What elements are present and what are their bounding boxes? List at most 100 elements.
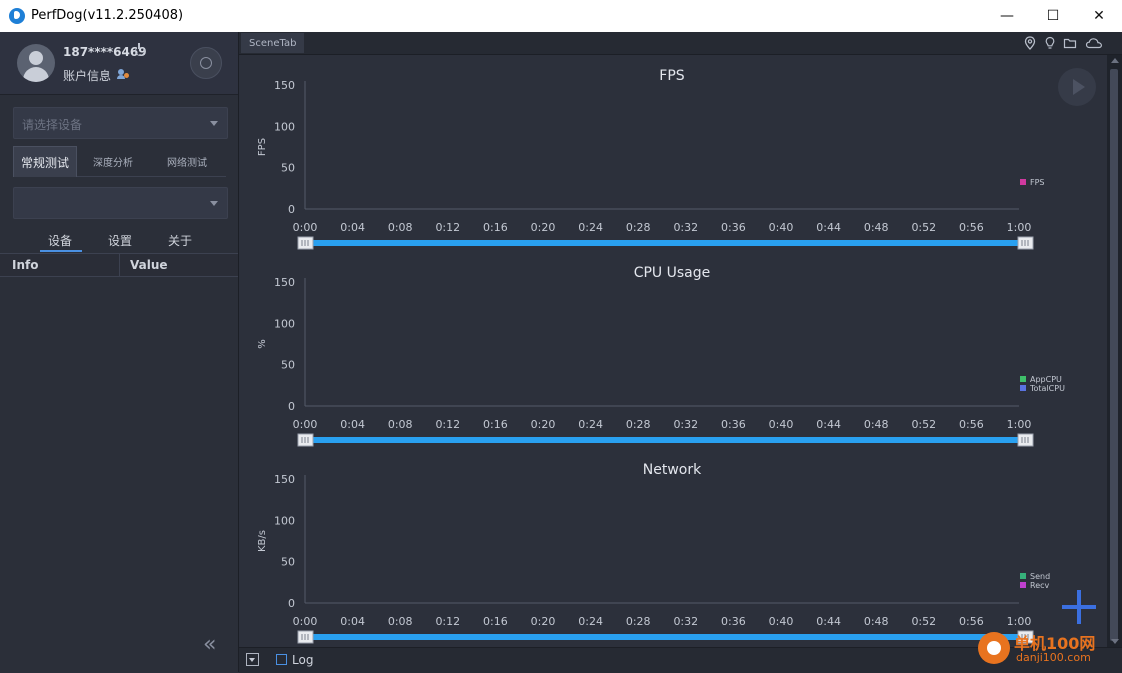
x-tick-label: 0:16 (483, 418, 508, 431)
x-tick-label: 0:04 (340, 221, 365, 234)
x-tick-label: 0:20 (531, 221, 556, 234)
x-tick-label: 0:36 (721, 418, 746, 431)
x-tick-label: 0:36 (721, 615, 746, 628)
scene-tab-bar: SceneTab (239, 32, 1122, 55)
x-tick-label: 0:04 (340, 418, 365, 431)
legend-swatch (1020, 385, 1026, 391)
app-select[interactable] (13, 187, 228, 219)
play-button[interactable] (1058, 68, 1096, 106)
device-select[interactable]: 请选择设备 (13, 107, 228, 139)
tab-deep-analysis[interactable]: 深度分析 (79, 146, 147, 176)
legend-label: FPS (1030, 178, 1045, 187)
subtab-device[interactable]: 设备 (48, 232, 72, 249)
title-bar: PerfDog(v11.2.250408) — ☐ ✕ (0, 0, 1122, 32)
subtab-about[interactable]: 关于 (168, 232, 192, 249)
y-tick-label: 0 (288, 400, 295, 413)
account-users-icon (117, 69, 129, 79)
x-tick-label: 0:12 (435, 418, 460, 431)
x-tick-label: 0:52 (911, 418, 936, 431)
x-tick-label: 0:28 (626, 418, 651, 431)
x-tick-label: 0:28 (626, 615, 651, 628)
y-tick-label: 100 (274, 514, 295, 527)
cloud-icon[interactable] (1085, 36, 1103, 50)
x-tick-label: 0:28 (626, 221, 651, 234)
y-tick-label: 150 (274, 79, 295, 92)
logout-power-icon[interactable] (135, 43, 145, 56)
x-tick-label: 0:08 (388, 221, 413, 234)
maximize-button[interactable]: ☐ (1030, 0, 1076, 32)
tab-network-test[interactable]: 网络测试 (153, 146, 221, 176)
legend-label: TotalCPU (1029, 384, 1065, 393)
time-range-slider (304, 240, 1026, 246)
x-tick-label: 0:16 (483, 221, 508, 234)
performance-charts: FPS FPS 150 100 50 0 0:00 0:04 0:08 0:12 0:16 0:20 0… (257, 68, 1065, 644)
y-tick-label: 150 (274, 473, 295, 486)
device-select-placeholder: 请选择设备 (22, 118, 83, 132)
lightbulb-icon[interactable] (1043, 36, 1057, 50)
y-tick-label: 100 (274, 120, 295, 133)
chevron-down-icon (210, 121, 218, 126)
chart-ylabel: % (257, 339, 268, 349)
x-tick-label: 0:40 (769, 418, 794, 431)
x-tick-label: 1:00 (1007, 418, 1032, 431)
x-tick-label: 0:24 (578, 418, 603, 431)
info-table-header: Info Value (0, 253, 238, 277)
x-tick-label: 0:56 (959, 418, 984, 431)
folder-icon[interactable] (1063, 36, 1077, 50)
sidebar: 187****6469 账户信息 请选择设备 常规测试 深度分析 网络测试 设备… (0, 32, 239, 672)
x-tick-label: 0:00 (293, 221, 318, 234)
charts-panel: FPS FPS 150 100 50 0 0:00 0:04 0:08 0:12 0:16 0:20 0… (239, 55, 1107, 647)
close-button[interactable]: ✕ (1076, 0, 1122, 32)
log-label: Log (292, 653, 314, 667)
x-tick-label: 0:08 (388, 615, 413, 628)
legend-label: Send (1030, 572, 1050, 581)
x-tick-label: 0:40 (769, 221, 794, 234)
add-chart-plus-icon[interactable] (1062, 590, 1096, 624)
profile-panel: 187****6469 账户信息 (0, 32, 238, 95)
y-tick-label: 0 (288, 203, 295, 216)
watermark-badge-icon (978, 632, 1010, 664)
y-tick-label: 50 (281, 162, 295, 175)
log-checkbox[interactable] (276, 654, 287, 665)
chart-ylabel: KB/s (257, 530, 268, 552)
y-tick-label: 100 (274, 317, 295, 330)
perfdog-app-icon (9, 8, 25, 24)
collapse-sidebar-icon[interactable]: « (203, 632, 216, 657)
legend-swatch (1020, 573, 1026, 579)
x-tick-label: 0:12 (435, 615, 460, 628)
chevron-down-icon (210, 201, 218, 206)
stop-record-button[interactable] (190, 47, 222, 79)
x-tick-label: 1:00 (1007, 221, 1032, 234)
window-title: PerfDog(v11.2.250408) (31, 8, 184, 23)
scroll-up-icon[interactable] (1111, 58, 1119, 63)
scene-tab[interactable]: SceneTab (241, 33, 305, 53)
x-tick-label: 0:20 (531, 418, 556, 431)
vertical-scrollbar[interactable] (1107, 55, 1122, 647)
x-tick-label: 0:44 (816, 615, 841, 628)
subtab-settings[interactable]: 设置 (108, 232, 132, 249)
scrollbar-thumb[interactable] (1110, 69, 1118, 641)
mode-tabs: 常规测试 深度分析 网络测试 (13, 146, 226, 177)
location-pin-icon[interactable] (1023, 36, 1037, 50)
account-info-link[interactable]: 账户信息 (63, 67, 111, 84)
x-tick-label: 0:44 (816, 221, 841, 234)
x-tick-label: 0:40 (769, 615, 794, 628)
x-tick-label: 0:00 (293, 615, 318, 628)
x-tick-label: 0:48 (864, 221, 889, 234)
avatar[interactable] (17, 44, 55, 82)
log-dropdown-button[interactable] (246, 653, 259, 666)
x-tick-label: 0:52 (911, 221, 936, 234)
tab-normal-test[interactable]: 常规测试 (13, 146, 77, 177)
time-range-slider (304, 634, 1026, 640)
x-tick-label: 0:44 (816, 418, 841, 431)
x-tick-label: 0:32 (673, 615, 698, 628)
x-tick-label: 0:00 (293, 418, 318, 431)
legend-swatch (1020, 376, 1026, 382)
x-tick-label: 0:32 (673, 221, 698, 234)
watermark-logo: 单机100网 danji100.com (976, 626, 1122, 672)
x-tick-label: 0:24 (578, 221, 603, 234)
legend-label: AppCPU (1030, 375, 1062, 384)
column-value: Value (130, 258, 168, 272)
x-tick-label: 0:52 (911, 615, 936, 628)
minimize-button[interactable]: — (984, 0, 1030, 32)
